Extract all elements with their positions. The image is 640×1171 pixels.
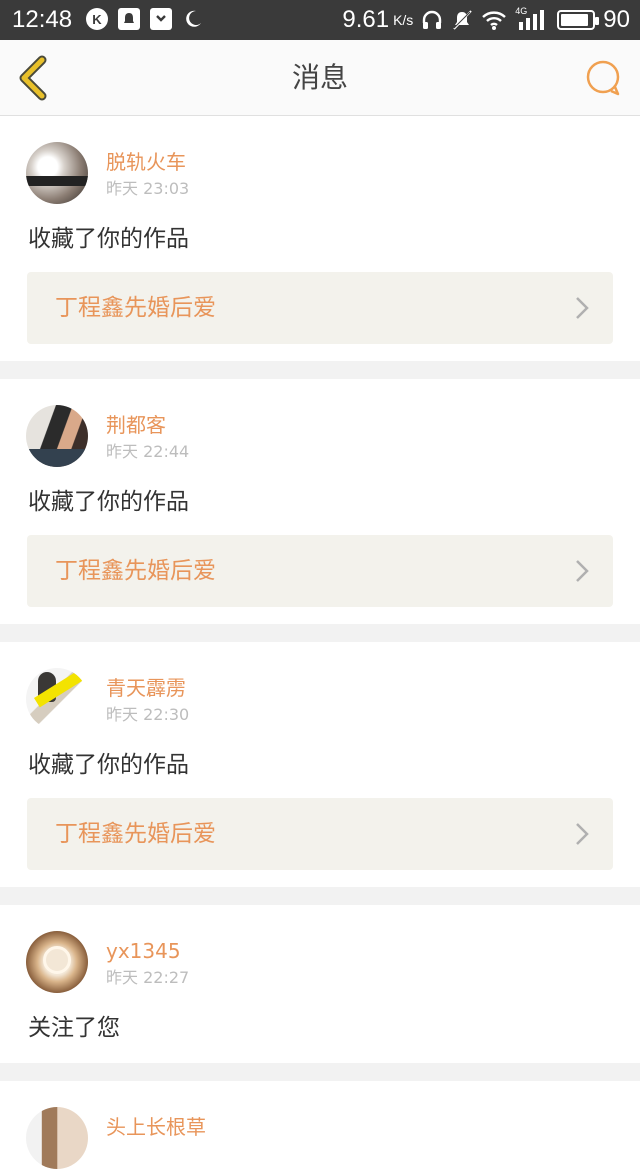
- network-type: 4G: [515, 6, 528, 16]
- search-button[interactable]: [584, 58, 624, 98]
- avatar-photo-3[interactable]: [26, 668, 88, 730]
- message-time: 昨天 23:03: [106, 179, 190, 198]
- user-name[interactable]: 脱轨火车: [106, 150, 186, 174]
- wifi-icon: [482, 11, 507, 30]
- moon-icon: [182, 8, 204, 30]
- work-link[interactable]: 丁程鑫先婚后爱: [27, 272, 613, 344]
- message-action: 收藏了你的作品: [28, 226, 189, 252]
- work-title: 丁程鑫先婚后爱: [55, 295, 216, 321]
- message-card: yx1345 昨天 22:27 关注了您: [0, 905, 640, 1063]
- message-card: 头上长根草: [0, 1081, 640, 1171]
- status-bar: 12:48 K 9.61 K/s 4G 90: [0, 0, 640, 40]
- mute-bell-icon: [453, 10, 473, 30]
- user-name[interactable]: 荆都客: [106, 413, 166, 437]
- battery-icon: [557, 10, 600, 30]
- message-time: 昨天 22:30: [106, 705, 190, 724]
- chevron-right-icon: [576, 823, 589, 845]
- message-action: 收藏了你的作品: [28, 752, 189, 778]
- work-title: 丁程鑫先婚后爱: [55, 821, 216, 847]
- headphones-icon: [423, 10, 442, 29]
- message-card: 青天霹雳 昨天 22:30 收藏了你的作品 丁程鑫先婚后爱: [0, 642, 640, 887]
- net-speed: 9.61: [342, 6, 390, 33]
- avatar-photo-2-overlay: [26, 449, 88, 467]
- message-action: 收藏了你的作品: [28, 489, 189, 515]
- message-action: 关注了您: [28, 1015, 120, 1041]
- message-card: 脱轨火车 昨天 23:03 收藏了你的作品 丁程鑫先婚后爱: [0, 116, 640, 361]
- work-link[interactable]: 丁程鑫先婚后爱: [27, 535, 613, 607]
- message-card: 荆都客 昨天 22:44 收藏了你的作品 丁程鑫先婚后爱: [0, 379, 640, 624]
- user-name[interactable]: 头上长根草: [106, 1115, 206, 1139]
- pocket-icon: [150, 8, 172, 30]
- chevron-right-icon: [576, 297, 589, 319]
- work-link[interactable]: 丁程鑫先婚后爱: [27, 798, 613, 870]
- message-time: 昨天 22:44: [106, 442, 190, 461]
- battery-level: 90: [603, 6, 630, 33]
- notification-icon: [118, 8, 140, 30]
- status-time: 12:48: [12, 6, 73, 33]
- message-time: 昨天 22:27: [106, 968, 190, 987]
- avatar-photo-5[interactable]: [26, 1107, 88, 1169]
- message-list: 脱轨火车 昨天 23:03 收藏了你的作品 丁程鑫先婚后爱 荆都客 昨天 22:…: [0, 116, 640, 1171]
- nav-header: 消息: [0, 40, 640, 116]
- signal-icon: 4G: [515, 6, 549, 32]
- page-title: 消息: [291, 61, 348, 94]
- avatar-photo-1-overlay: [26, 176, 88, 186]
- k-icon: K: [86, 8, 108, 30]
- avatar-photo-4[interactable]: [26, 931, 88, 993]
- user-name[interactable]: yx1345: [106, 939, 181, 963]
- chevron-right-icon: [576, 560, 589, 582]
- avatar-photo-1[interactable]: [26, 142, 88, 204]
- status-right: 9.61 K/s 4G 90: [342, 6, 630, 34]
- user-name[interactable]: 青天霹雳: [106, 676, 186, 700]
- status-left-icons: K: [86, 8, 204, 30]
- net-speed-unit: K/s: [393, 12, 414, 28]
- work-title: 丁程鑫先婚后爱: [55, 558, 216, 584]
- avatar-photo-2[interactable]: [26, 405, 88, 467]
- avatar-photo-4-art: [43, 946, 71, 974]
